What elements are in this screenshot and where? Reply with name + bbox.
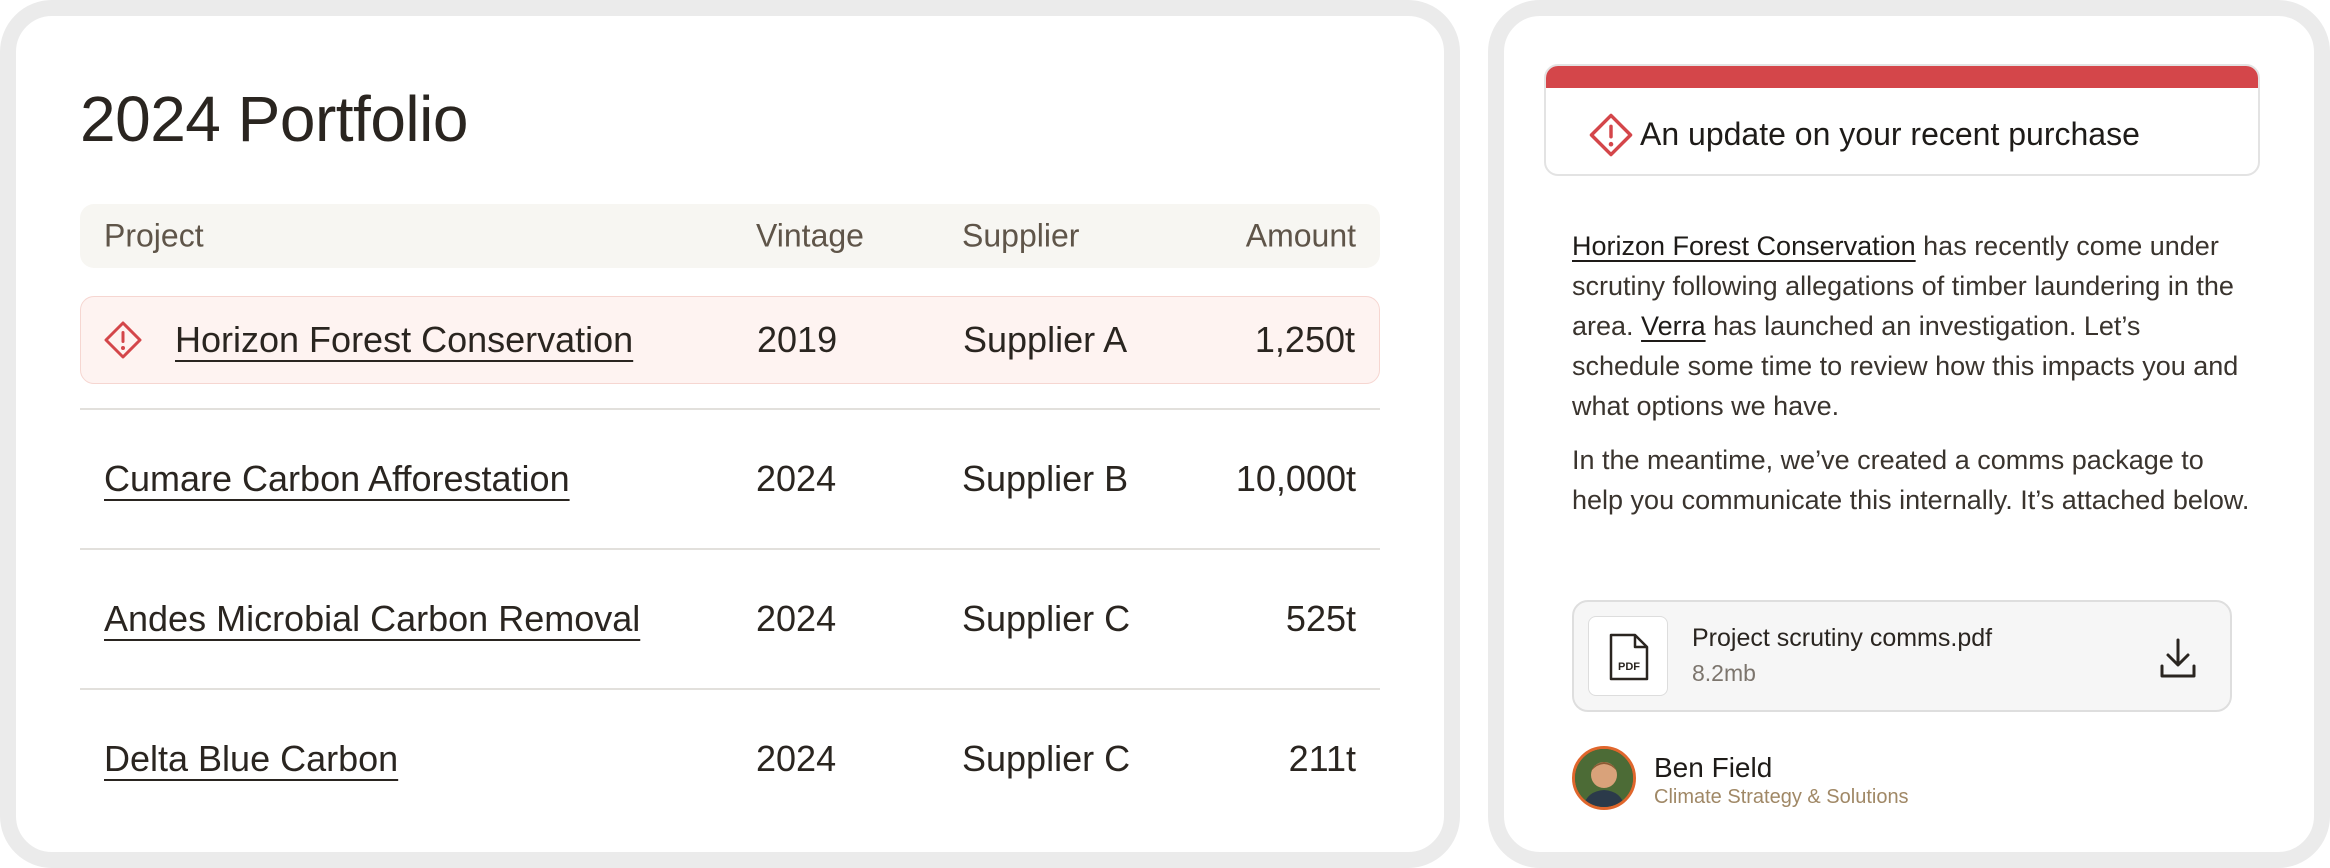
svg-text:PDF: PDF xyxy=(1618,661,1640,673)
sender-name: Ben Field xyxy=(1654,752,1773,783)
page-title: 2024 Portfolio xyxy=(80,83,468,155)
table-row-alert[interactable]: Horizon Forest Conservation 2019 Supplie… xyxy=(80,296,1380,384)
table-row[interactable]: Delta Blue Carbon 2024 Supplier C 211t xyxy=(80,688,1380,828)
amount-cell: 211t xyxy=(1288,738,1356,779)
warning-icon xyxy=(104,321,142,359)
alert-banner: An update on your recent purchase xyxy=(1544,64,2260,176)
portfolio-card: 2024 Portfolio Project Vintage Supplier … xyxy=(0,0,1460,868)
table-row[interactable]: Andes Microbial Carbon Removal 2024 Supp… xyxy=(80,548,1380,688)
update-card: An update on your recent purchase Horizo… xyxy=(1488,0,2330,868)
supplier-cell: Supplier A xyxy=(963,319,1128,360)
project-link[interactable]: Horizon Forest Conservation xyxy=(1572,231,1916,261)
download-icon[interactable] xyxy=(2158,636,2198,680)
amount-cell: 1,250t xyxy=(1254,319,1355,360)
supplier-cell: Supplier C xyxy=(962,738,1131,779)
verra-link[interactable]: Verra xyxy=(1641,311,1706,341)
message-paragraph: Horizon Forest Conservation has recently… xyxy=(1572,226,2252,426)
portfolio-table: Project Vintage Supplier Amount Horizon … xyxy=(80,204,1380,828)
warning-icon xyxy=(1589,113,1633,157)
attachment-card[interactable]: PDF Project scrutiny comms.pdf 8.2mb xyxy=(1572,600,2232,712)
vintage-cell: 2024 xyxy=(756,598,837,639)
project-link[interactable]: Cumare Carbon Afforestation xyxy=(104,458,570,499)
project-link[interactable]: Delta Blue Carbon xyxy=(104,738,398,779)
message-body: Horizon Forest Conservation has recently… xyxy=(1572,226,2252,534)
column-header-amount: Amount xyxy=(1245,217,1356,254)
supplier-cell: Supplier C xyxy=(962,598,1131,639)
column-header-project: Project xyxy=(104,217,204,254)
table-row[interactable]: Cumare Carbon Afforestation 2024 Supplie… xyxy=(80,408,1380,548)
attachment-filename: Project scrutiny comms.pdf xyxy=(1692,624,1993,652)
sender-role: Climate Strategy & Solutions xyxy=(1654,786,1909,808)
project-link[interactable]: Andes Microbial Carbon Removal xyxy=(104,598,640,639)
amount-cell: 10,000t xyxy=(1235,458,1356,499)
vintage-cell: 2019 xyxy=(757,319,838,360)
banner-accent-bar xyxy=(1546,66,2258,88)
project-link[interactable]: Horizon Forest Conservation xyxy=(175,319,633,360)
vintage-cell: 2024 xyxy=(756,458,837,499)
supplier-cell: Supplier B xyxy=(962,458,1129,499)
message-paragraph: In the meantime, we’ve created a comms p… xyxy=(1572,445,2250,515)
avatar[interactable] xyxy=(1572,746,1636,810)
pdf-file-icon: PDF xyxy=(1588,616,1668,696)
amount-cell: 525t xyxy=(1285,598,1356,639)
vintage-cell: 2024 xyxy=(756,738,837,779)
column-header-vintage: Vintage xyxy=(756,217,864,254)
attachment-filesize: 8.2mb xyxy=(1692,660,1756,686)
banner-title: An update on your recent purchase xyxy=(1640,116,2140,152)
column-header-supplier: Supplier xyxy=(962,217,1080,254)
table-header: Project Vintage Supplier Amount xyxy=(80,204,1380,268)
